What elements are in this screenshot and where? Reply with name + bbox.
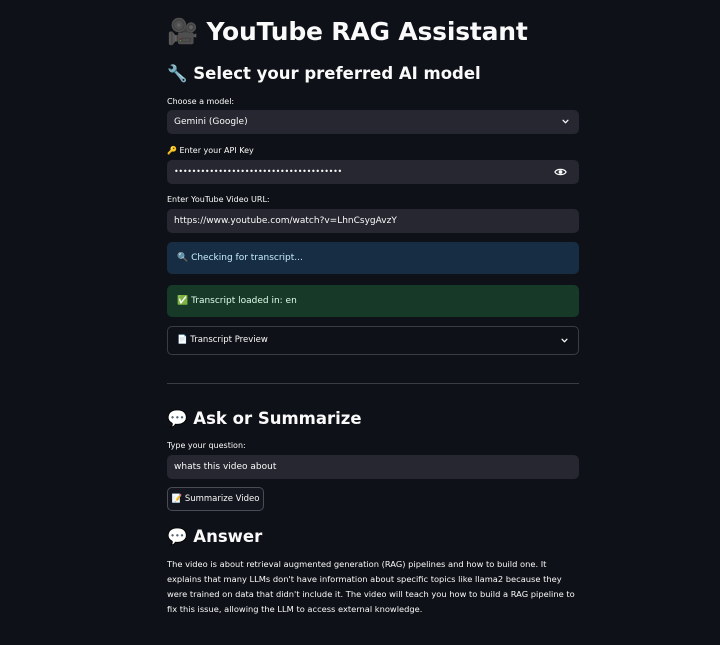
question-input[interactable]: whats this video about (167, 455, 579, 479)
ask-section-heading: 💬 Ask or Summarize (167, 409, 362, 429)
page-title-text: YouTube RAG Assistant (206, 17, 528, 46)
answer-heading-text: Answer (193, 527, 263, 546)
speech-bubble-icon: 💬 (167, 527, 188, 546)
chevron-down-icon (561, 338, 568, 343)
answer-heading: 💬 Answer (167, 527, 262, 547)
question-label: Type your question: (167, 441, 246, 450)
speech-bubble-icon: 💬 (167, 409, 188, 428)
expander-label: 📄 Transcript Preview (177, 335, 268, 345)
info-alert: 🔍 Checking for transcript... (167, 242, 579, 274)
section-divider (167, 383, 579, 384)
model-section-heading-text: Select your preferred AI model (193, 64, 481, 83)
camera-icon: 🎥 (167, 17, 198, 46)
summarize-video-button[interactable]: 📝 Summarize Video (167, 487, 264, 511)
page-title: 🎥 YouTube RAG Assistant (167, 17, 528, 47)
api-key-input[interactable]: •••••••••••••••••••••••••••••••••••••• (167, 160, 579, 184)
success-alert: ✅ Transcript loaded in: en (167, 285, 579, 317)
eye-icon[interactable] (554, 166, 567, 178)
model-select-label: Choose a model: (167, 97, 235, 106)
model-section-heading: 🔧 Select your preferred AI model (167, 64, 481, 84)
model-select-value: Gemini (Google) (174, 117, 248, 127)
api-key-value: •••••••••••••••••••••••••••••••••••••• (174, 167, 342, 176)
chevron-down-icon (562, 119, 569, 124)
transcript-preview-expander[interactable]: 📄 Transcript Preview (167, 326, 579, 355)
model-select[interactable]: Gemini (Google) (167, 110, 579, 134)
answer-text: The video is about retrieval augmented g… (167, 559, 575, 614)
url-input[interactable]: https://www.youtube.com/watch?v=LhnCsygA… (167, 209, 579, 233)
ask-section-heading-text: Ask or Summarize (193, 409, 362, 428)
api-key-label: 🔑 Enter your API Key (167, 146, 254, 155)
wrench-icon: 🔧 (167, 64, 188, 83)
url-label: Enter YouTube Video URL: (167, 195, 270, 204)
